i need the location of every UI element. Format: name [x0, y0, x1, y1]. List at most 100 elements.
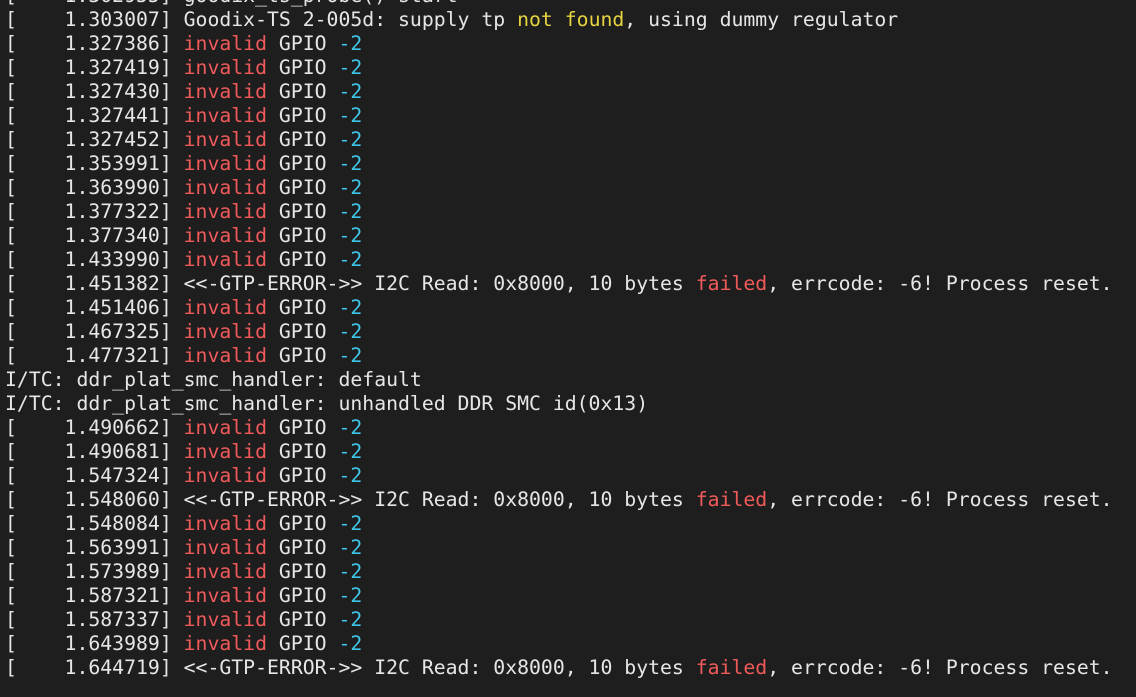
log-line: [ 1.451382] <<-GTP-ERROR->> I2C Read: 0x…	[5, 272, 1136, 296]
terminal-output[interactable]: [ 1.302955] goodix_ts_probe() start[ 1.3…	[5, 0, 1136, 697]
log-line: [ 1.451406] invalid GPIO -2	[5, 296, 1136, 320]
log-segment-default: [ 1.327419]	[5, 56, 184, 79]
log-segment-red: invalid	[183, 416, 268, 439]
log-segment-default: [ 1.587337]	[5, 608, 184, 631]
log-segment-red: invalid	[183, 128, 268, 151]
log-segment-default: GPIO	[267, 320, 339, 343]
log-segment-cyan: -2	[338, 512, 363, 535]
log-segment-default: , using dummy regulator	[624, 8, 899, 31]
log-segment-default: GPIO	[267, 416, 339, 439]
log-segment-default: [ 1.327386]	[5, 32, 184, 55]
log-segment-default: GPIO	[267, 608, 339, 631]
log-segment-default: GPIO	[267, 248, 339, 271]
log-segment-red: failed	[695, 656, 768, 679]
log-segment-red: invalid	[183, 440, 268, 463]
log-segment-default: [ 1.490662]	[5, 416, 184, 439]
log-segment-default: [ 1.467325]	[5, 320, 184, 343]
log-segment-red: invalid	[183, 512, 268, 535]
log-segment-cyan: -2	[338, 176, 363, 199]
log-segment-default: [ 1.303007] Goodix-TS 2-005d: supply tp	[5, 8, 518, 31]
log-segment-cyan: -2	[338, 632, 363, 655]
log-segment-default: I/TC: ddr_plat_smc_handler: unhandled DD…	[5, 392, 649, 415]
log-segment-yellow: not found	[517, 8, 625, 31]
log-segment-default: [ 1.547324]	[5, 464, 184, 487]
log-segment-default: GPIO	[267, 344, 339, 367]
log-segment-default: [ 1.327441]	[5, 104, 184, 127]
log-line: [ 1.327441] invalid GPIO -2	[5, 104, 1136, 128]
log-line: I/TC: ddr_plat_smc_handler: unhandled DD…	[5, 392, 1136, 416]
log-line: [ 1.327386] invalid GPIO -2	[5, 32, 1136, 56]
log-segment-default: [ 1.327430]	[5, 80, 184, 103]
log-segment-default: [ 1.377340]	[5, 224, 184, 247]
log-segment-cyan: -2	[338, 416, 363, 439]
log-segment-default: GPIO	[267, 464, 339, 487]
log-segment-cyan: -2	[338, 320, 363, 343]
log-line: [ 1.548084] invalid GPIO -2	[5, 512, 1136, 536]
log-segment-default: GPIO	[267, 200, 339, 223]
log-line: [ 1.547324] invalid GPIO -2	[5, 464, 1136, 488]
log-segment-default: [ 1.477321]	[5, 344, 184, 367]
log-segment-red: invalid	[183, 560, 268, 583]
log-segment-red: failed	[695, 488, 768, 511]
log-segment-cyan: -2	[338, 80, 363, 103]
log-segment-default: , errcode: -6! Process reset.	[767, 488, 1113, 511]
log-segment-red: invalid	[183, 224, 268, 247]
log-segment-default: GPIO	[267, 176, 339, 199]
log-segment-default: [ 1.548060] <<-GTP-ERROR->> I2C Read: 0x…	[5, 488, 696, 511]
log-segment-cyan: -2	[338, 584, 363, 607]
log-line: [ 1.433990] invalid GPIO -2	[5, 248, 1136, 272]
log-segment-red: invalid	[183, 80, 268, 103]
log-line: [ 1.477321] invalid GPIO -2	[5, 344, 1136, 368]
log-segment-red: invalid	[183, 56, 268, 79]
log-segment-cyan: -2	[338, 344, 363, 367]
log-segment-default: [ 1.353991]	[5, 152, 184, 175]
log-line: [ 1.587337] invalid GPIO -2	[5, 608, 1136, 632]
log-line: [ 1.548060] <<-GTP-ERROR->> I2C Read: 0x…	[5, 488, 1136, 512]
log-segment-default: [ 1.451382] <<-GTP-ERROR->> I2C Read: 0x…	[5, 272, 696, 295]
log-segment-default: GPIO	[267, 128, 339, 151]
log-line: [ 1.327430] invalid GPIO -2	[5, 80, 1136, 104]
log-segment-cyan: -2	[338, 152, 363, 175]
log-line: [ 1.587321] invalid GPIO -2	[5, 584, 1136, 608]
log-segment-default: GPIO	[267, 80, 339, 103]
log-segment-cyan: -2	[338, 128, 363, 151]
log-segment-default: GPIO	[267, 32, 339, 55]
log-segment-default: [ 1.548084]	[5, 512, 184, 535]
log-segment-default: [ 1.302955] goodix_ts_probe() start	[5, 0, 458, 7]
log-line: [ 1.377340] invalid GPIO -2	[5, 224, 1136, 248]
log-segment-red: invalid	[183, 248, 268, 271]
log-segment-red: failed	[695, 272, 768, 295]
log-line: [ 1.327452] invalid GPIO -2	[5, 128, 1136, 152]
log-line: I/TC: ddr_plat_smc_handler: default	[5, 368, 1136, 392]
log-line: [ 1.303007] Goodix-TS 2-005d: supply tp …	[5, 8, 1136, 32]
log-segment-red: invalid	[183, 296, 268, 319]
log-line: [ 1.563991] invalid GPIO -2	[5, 536, 1136, 560]
log-segment-default: GPIO	[267, 536, 339, 559]
log-segment-default: GPIO	[267, 632, 339, 655]
log-segment-default: [ 1.433990]	[5, 248, 184, 271]
log-segment-default: GPIO	[267, 584, 339, 607]
log-line: [ 1.327419] invalid GPIO -2	[5, 56, 1136, 80]
log-segment-red: invalid	[183, 632, 268, 655]
log-segment-default: , errcode: -6! Process reset.	[767, 656, 1113, 679]
log-segment-red: invalid	[183, 464, 268, 487]
log-segment-red: invalid	[183, 320, 268, 343]
log-segment-default: [ 1.490681]	[5, 440, 184, 463]
log-segment-default: GPIO	[267, 512, 339, 535]
log-segment-default: [ 1.643989]	[5, 632, 184, 655]
log-segment-cyan: -2	[338, 248, 363, 271]
log-segment-red: invalid	[183, 176, 268, 199]
log-segment-default: [ 1.563991]	[5, 536, 184, 559]
log-segment-cyan: -2	[338, 104, 363, 127]
log-segment-red: invalid	[183, 584, 268, 607]
log-segment-cyan: -2	[338, 56, 363, 79]
log-line: [ 1.644719] <<-GTP-ERROR->> I2C Read: 0x…	[5, 656, 1136, 680]
log-segment-default: GPIO	[267, 224, 339, 247]
log-segment-default: [ 1.377322]	[5, 200, 184, 223]
log-line: [ 1.302955] goodix_ts_probe() start	[5, 0, 1136, 8]
log-segment-default: GPIO	[267, 560, 339, 583]
log-segment-default: [ 1.327452]	[5, 128, 184, 151]
log-segment-cyan: -2	[338, 224, 363, 247]
log-segment-red: invalid	[183, 104, 268, 127]
log-segment-red: invalid	[183, 200, 268, 223]
